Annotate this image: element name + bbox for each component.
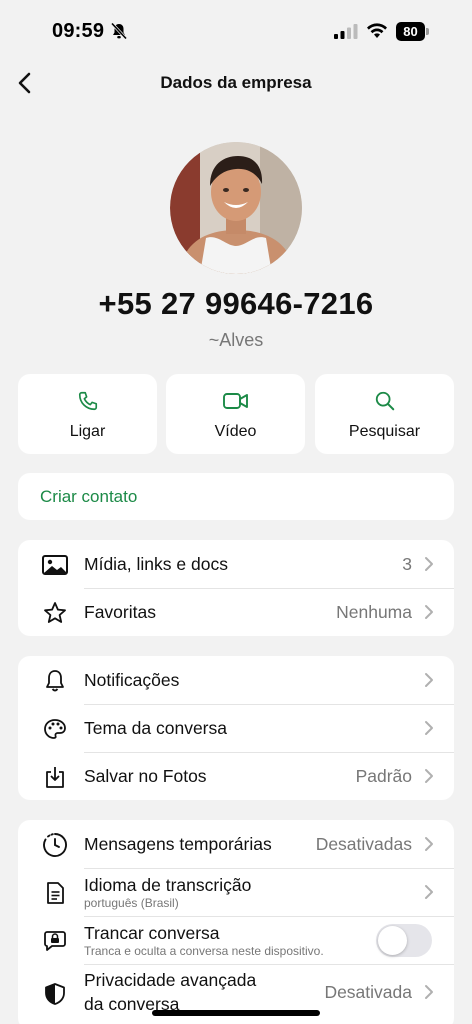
home-indicator[interactable] [152, 1010, 320, 1016]
wifi-icon [367, 23, 387, 38]
chevron-right-icon [425, 769, 433, 783]
bell-icon [46, 670, 64, 692]
video-call-button-label: Vídeo [214, 423, 257, 440]
transcription-language-row[interactable]: Idioma de transcrição português (Brasil) [18, 868, 454, 916]
chat-theme-row[interactable]: Tema da conversa [18, 704, 454, 752]
chevron-right-icon [425, 837, 433, 851]
disappearing-messages-row[interactable]: Mensagens temporárias Desativadas [18, 820, 454, 868]
media-count: 3 [402, 554, 412, 574]
chevron-right-icon [425, 985, 433, 999]
privacy-section: Mensagens temporárias Desativadas Idioma… [18, 820, 454, 1024]
document-icon [47, 882, 64, 904]
bell-slash-icon [110, 22, 128, 40]
search-button-label: Pesquisar [348, 423, 421, 440]
chevron-right-icon [425, 885, 433, 899]
save-to-photos-row[interactable]: Salvar no Fotos Padrão [18, 752, 454, 800]
status-bar: 09:59 80 [0, 0, 472, 60]
chevron-right-icon [425, 721, 433, 735]
call-button[interactable]: Ligar [18, 374, 157, 454]
create-contact-label: Criar contato [40, 487, 138, 506]
avatar[interactable] [170, 142, 302, 274]
star-icon [44, 602, 66, 623]
search-button[interactable]: Pesquisar [315, 374, 454, 454]
cellular-signal-icon [334, 24, 358, 39]
status-time: 09:59 [52, 20, 105, 42]
contact-push-name: ~Alves [208, 330, 264, 350]
settings-section: Notificações Tema da conversa Salvar no … [18, 656, 454, 800]
notifications-row[interactable]: Notificações [18, 656, 454, 704]
call-button-label: Ligar [69, 423, 106, 440]
media-links-docs-row[interactable]: Mídia, links e docs 3 [18, 540, 454, 588]
lock-chat-toggle[interactable] [376, 924, 432, 957]
media-section: Mídia, links e docs 3 Favoritas Nenhuma [18, 540, 454, 636]
lock-chat-row: Trancar conversa Tranca e oculta a conve… [18, 916, 454, 964]
battery-indicator: 80 [396, 22, 430, 41]
video-icon [222, 393, 248, 409]
chevron-right-icon [425, 605, 433, 619]
search-icon [375, 391, 394, 411]
chevron-right-icon [425, 673, 433, 687]
phone-icon [78, 391, 97, 411]
favorites-row[interactable]: Favoritas Nenhuma [18, 588, 454, 636]
create-contact-button[interactable]: Criar contato [18, 473, 454, 520]
video-call-button[interactable]: Vídeo [166, 374, 305, 454]
profile-photo [170, 142, 302, 274]
palette-icon [44, 719, 66, 739]
timer-icon [43, 833, 67, 857]
contact-phone-number: +55 27 99646-7216 [98, 286, 374, 321]
shield-icon [45, 983, 65, 1005]
page-title: Dados da empresa [160, 73, 312, 92]
chevron-right-icon [425, 557, 433, 571]
battery-level: 80 [396, 22, 425, 41]
image-icon [42, 555, 68, 575]
chat-lock-icon [44, 931, 66, 951]
download-icon [46, 767, 64, 788]
